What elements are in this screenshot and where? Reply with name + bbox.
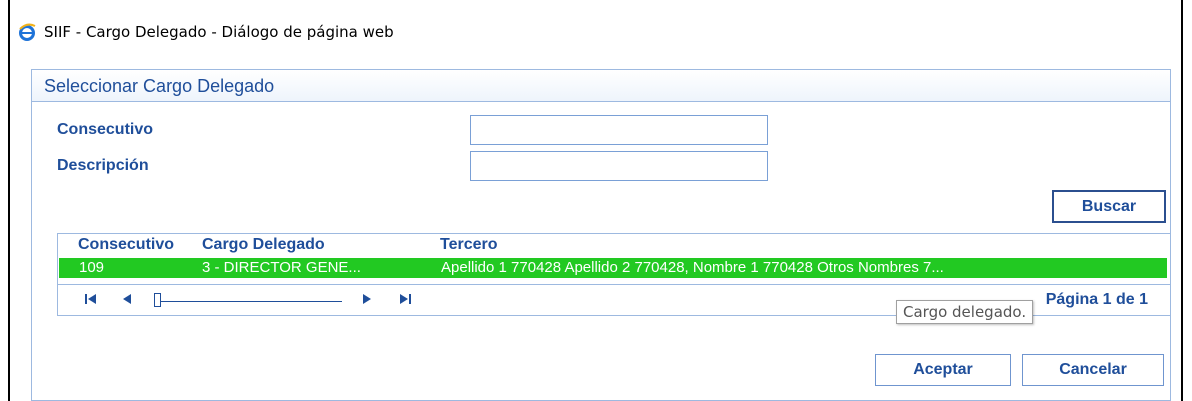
window-titlebar: SIIF - Cargo Delegado - Diálogo de págin… xyxy=(18,20,394,44)
column-header-tercero[interactable]: Tercero xyxy=(440,236,640,254)
page-slider-handle[interactable] xyxy=(154,293,161,307)
last-page-icon[interactable] xyxy=(396,291,414,307)
cell-consecutivo: 109 xyxy=(79,259,105,276)
window-title: SIIF - Cargo Delegado - Diálogo de págin… xyxy=(44,23,394,41)
ie-icon xyxy=(18,23,36,41)
page-slider-track[interactable] xyxy=(158,301,342,302)
buscar-button[interactable]: Buscar xyxy=(1052,190,1166,223)
descripcion-input[interactable] xyxy=(470,151,768,181)
prev-page-icon[interactable] xyxy=(118,291,136,307)
aceptar-button[interactable]: Aceptar xyxy=(875,354,1011,386)
window-right-border xyxy=(1181,0,1183,401)
first-page-icon[interactable] xyxy=(82,291,100,307)
descripcion-label: Descripción xyxy=(57,157,149,174)
cell-tercero: Apellido 1 770428 Apellido 2 770428, Nom… xyxy=(441,259,944,276)
next-page-icon[interactable] xyxy=(358,291,376,307)
consecutivo-input[interactable] xyxy=(470,115,768,145)
table-row[interactable]: 109 3 - DIRECTOR GENE... Apellido 1 7704… xyxy=(59,258,1167,278)
grid-header: Consecutivo Cargo Delegado Tercero xyxy=(58,234,1170,256)
window-left-border xyxy=(8,0,10,401)
panel-title: Seleccionar Cargo Delegado xyxy=(44,76,275,96)
cancelar-button[interactable]: Cancelar xyxy=(1022,354,1164,386)
panel-header: Seleccionar Cargo Delegado xyxy=(32,70,1170,102)
page-info: Página 1 de 1 xyxy=(1045,291,1148,308)
cell-cargo-delegado: 3 - DIRECTOR GENE... xyxy=(202,259,361,276)
column-header-consecutivo[interactable]: Consecutivo xyxy=(78,236,202,254)
tooltip: Cargo delegado. xyxy=(896,300,1034,324)
column-header-cargo-delegado[interactable]: Cargo Delegado xyxy=(202,236,402,254)
consecutivo-label: Consecutivo xyxy=(57,121,154,138)
